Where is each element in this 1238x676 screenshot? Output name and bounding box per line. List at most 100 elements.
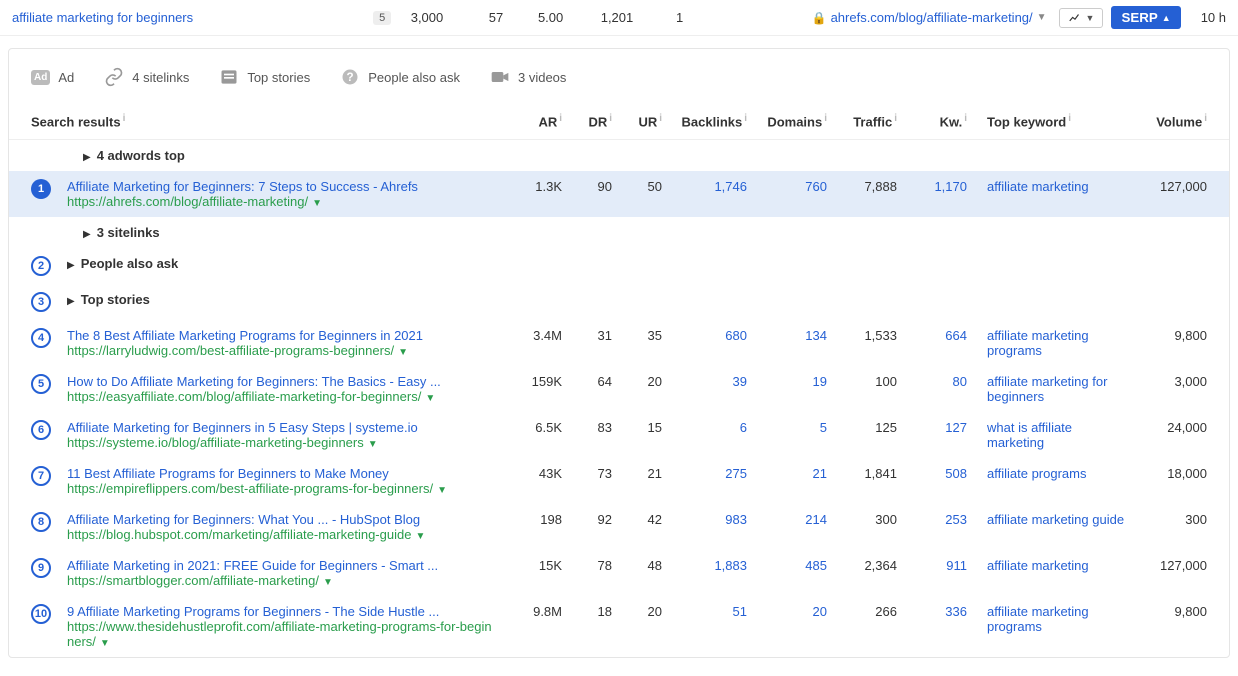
feature-ad[interactable]: Ad Ad [31,70,74,85]
cell-topkw[interactable]: affiliate marketing for beginners [967,374,1127,404]
cell-topkw[interactable]: affiliate marketing guide [967,512,1127,527]
result-url[interactable]: https://larryludwig.com/best-affiliate-p… [67,343,492,358]
cell-backlinks[interactable]: 51 [662,604,747,619]
th-ar[interactable]: ARi [492,113,562,129]
cell-backlinks[interactable]: 1,883 [662,558,747,573]
th-domains[interactable]: Domainsi [747,113,827,129]
th-results[interactable]: Search resultsi [31,113,492,129]
cell-topkw[interactable]: affiliate marketing [967,179,1127,194]
th-topkw[interactable]: Top keywordi [967,113,1127,129]
cell-backlinks[interactable]: 983 [662,512,747,527]
cell-domains[interactable]: 485 [747,558,827,573]
cell-kw[interactable]: 1,170 [897,179,967,194]
keyword-count-badge: 5 [373,11,391,25]
cell-kw[interactable]: 80 [897,374,967,389]
cell-ur: 48 [612,558,662,573]
cell-backlinks[interactable]: 39 [662,374,747,389]
position-history-button[interactable]: ▼ [1059,8,1104,28]
position-badge: 1 [31,179,51,199]
feature-row[interactable]: 3▶Top stories [9,284,1229,320]
result-row: 8 Affiliate Marketing for Beginners: Wha… [9,504,1229,550]
chevron-down-icon[interactable]: ▼ [312,198,322,209]
cell-topkw[interactable]: affiliate marketing programs [967,604,1127,634]
position-badge: 7 [31,466,51,486]
result-url[interactable]: https://smartblogger.com/affiliate-marke… [67,573,492,588]
serp-button[interactable]: SERP ▲ [1111,6,1180,29]
info-icon[interactable]: i [1068,113,1071,124]
result-url[interactable]: https://systeme.io/blog/affiliate-market… [67,435,492,450]
result-title[interactable]: 9 Affiliate Marketing Programs for Begin… [67,604,492,619]
th-backlinks[interactable]: Backlinksi [662,113,747,129]
cell-ar: 6.5K [492,420,562,435]
result-url[interactable]: https://ahrefs.com/blog/affiliate-market… [67,194,492,209]
result-url[interactable]: https://www.thesidehustleprofit.com/affi… [67,619,492,649]
chevron-down-icon[interactable]: ▼ [398,347,408,358]
chevron-down-icon[interactable]: ▼ [425,393,435,404]
cell-dr: 18 [562,604,612,619]
position-badge: 8 [31,512,51,532]
caret-right-icon: ▶ [67,260,75,271]
chevron-down-icon[interactable]: ▼ [415,531,425,542]
result-title[interactable]: The 8 Best Affiliate Marketing Programs … [67,328,492,343]
cell-kw[interactable]: 911 [897,558,967,573]
feature-row[interactable]: 2▶People also ask [9,248,1229,284]
cell-kw[interactable]: 336 [897,604,967,619]
chevron-down-icon[interactable]: ▼ [368,439,378,450]
cell-kw[interactable]: 508 [897,466,967,481]
ranking-url[interactable]: ahrefs.com/blog/affiliate-marketing/ [831,10,1033,25]
cell-domains[interactable]: 5 [747,420,827,435]
serp-features: Ad Ad 4 sitelinks Top stories ? People a… [9,49,1229,105]
th-kw[interactable]: Kw.i [897,113,967,129]
cell-topkw[interactable]: affiliate marketing programs [967,328,1127,358]
feature-sitelinks[interactable]: 4 sitelinks [104,67,189,87]
keyword-link[interactable]: affiliate marketing for beginners [12,10,193,25]
sitelinks-icon [104,67,124,87]
cell-topkw[interactable]: what is affiliate marketing [967,420,1127,450]
cell-backlinks[interactable]: 1,746 [662,179,747,194]
cell-backlinks[interactable]: 6 [662,420,747,435]
question-icon: ? [340,67,360,87]
result-title[interactable]: Affiliate Marketing for Beginners in 5 E… [67,420,492,435]
result-title[interactable]: Affiliate Marketing in 2021: FREE Guide … [67,558,492,573]
chevron-down-icon[interactable]: ▼ [1037,12,1047,23]
cell-kw[interactable]: 253 [897,512,967,527]
cell-domains[interactable]: 214 [747,512,827,527]
feature-videos[interactable]: 3 videos [490,67,566,87]
cell-domains[interactable]: 760 [747,179,827,194]
th-traffic[interactable]: Traffici [827,113,897,129]
result-title[interactable]: How to Do Affiliate Marketing for Beginn… [67,374,492,389]
cell-domains[interactable]: 20 [747,604,827,619]
result-title[interactable]: Affiliate Marketing for Beginners: What … [67,512,492,527]
cell-domains[interactable]: 19 [747,374,827,389]
chevron-down-icon[interactable]: ▼ [323,577,333,588]
cell-dr: 73 [562,466,612,481]
th-dr[interactable]: DRi [562,113,612,129]
th-ur[interactable]: URi [612,113,662,129]
cell-kw[interactable]: 127 [897,420,967,435]
chevron-down-icon[interactable]: ▼ [100,638,110,649]
chevron-down-icon[interactable]: ▼ [437,485,447,496]
cell-domains[interactable]: 134 [747,328,827,343]
expand-row[interactable]: ▶3 sitelinks [9,217,1229,248]
result-url[interactable]: https://easyaffiliate.com/blog/affiliate… [67,389,492,404]
feature-top-stories[interactable]: Top stories [219,67,310,87]
info-icon[interactable]: i [1204,113,1207,124]
th-volume[interactable]: Volumei [1127,113,1207,129]
cell-backlinks[interactable]: 680 [662,328,747,343]
kw-cpc: 5.00 [503,10,563,25]
caret-right-icon: ▶ [83,152,91,163]
cell-kw[interactable]: 664 [897,328,967,343]
result-url[interactable]: https://empireflippers.com/best-affiliat… [67,481,492,496]
expand-row[interactable]: ▶4 adwords top [9,140,1229,171]
cell-domains[interactable]: 21 [747,466,827,481]
result-url[interactable]: https://blog.hubspot.com/marketing/affil… [67,527,492,542]
feature-paa[interactable]: ? People also ask [340,67,460,87]
cell-topkw[interactable]: affiliate marketing [967,558,1127,573]
result-title[interactable]: Affiliate Marketing for Beginners: 7 Ste… [67,179,492,194]
keyword-row: affiliate marketing for beginners 5 3,00… [0,0,1238,36]
cell-backlinks[interactable]: 275 [662,466,747,481]
info-icon[interactable]: i [123,113,126,124]
cell-topkw[interactable]: affiliate programs [967,466,1127,481]
cell-ar: 43K [492,466,562,481]
result-title[interactable]: 11 Best Affiliate Programs for Beginners… [67,466,492,481]
